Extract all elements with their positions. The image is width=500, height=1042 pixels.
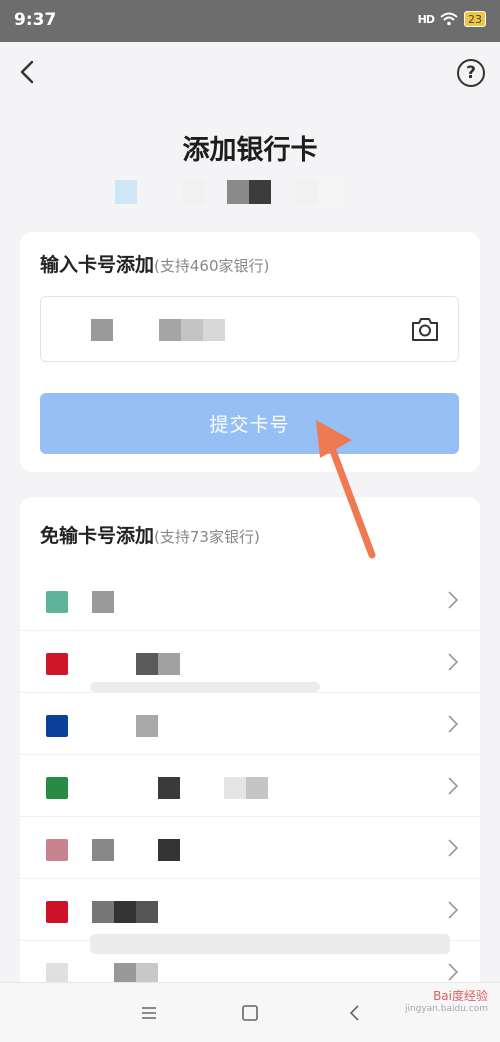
blurred-char [92, 901, 114, 923]
wifi-icon [440, 12, 458, 26]
bank-logo-icon [46, 653, 68, 675]
bank-logo-icon [46, 591, 68, 613]
quick-section-heading: 免输卡号添加(支持73家银行) [40, 521, 260, 548]
chevron-right-icon [448, 715, 459, 733]
bank-row[interactable] [20, 569, 480, 631]
blurred-char [246, 777, 268, 799]
bank-row[interactable] [20, 693, 480, 755]
menu-icon[interactable] [137, 1001, 161, 1025]
chevron-right-icon [448, 777, 459, 795]
signal-icon: HD [417, 12, 435, 26]
manual-section-heading: 输入卡号添加(支持460家银行) [40, 250, 269, 277]
blurred-digit [181, 319, 203, 341]
manual-section-subtitle: (支持460家银行) [154, 257, 270, 275]
blurred-char [136, 653, 158, 675]
square-home-icon[interactable] [238, 1001, 262, 1025]
blurred-user-info [0, 180, 500, 204]
bank-logo-icon [46, 901, 68, 923]
blurred-char [158, 653, 180, 675]
blurred-digit [159, 319, 181, 341]
blurred-divider [90, 682, 320, 692]
watermark-brand: Bai度经验 [433, 989, 488, 1003]
triangle-back-icon[interactable] [343, 1001, 367, 1025]
question-circle-icon[interactable]: ? [457, 59, 485, 87]
app-bar: ? [0, 42, 500, 102]
battery-level: 23 [468, 12, 482, 26]
blurred-char [114, 901, 136, 923]
blurred-digit [91, 319, 113, 341]
bank-logo-icon [46, 839, 68, 861]
bank-logo-icon [46, 715, 68, 737]
blurred-char [158, 839, 180, 861]
chevron-right-icon [448, 653, 459, 671]
quick-section-title: 免输卡号添加 [40, 525, 155, 547]
status-bar: 9:37 HD 23 [0, 0, 500, 42]
submit-card-number-button[interactable]: 提交卡号 [40, 393, 459, 454]
bank-logo-icon [46, 777, 68, 799]
blurred-char [92, 591, 114, 613]
quick-add-card: 免输卡号添加(支持73家银行) [20, 497, 480, 1003]
blurred-divider [90, 934, 450, 954]
quick-section-subtitle: (支持73家银行) [154, 528, 260, 546]
system-nav-bar: Bai度经验 jingyan.baidu.com [0, 982, 500, 1042]
blurred-digit [203, 319, 225, 341]
battery-icon: 23 [464, 11, 486, 27]
chevron-right-icon [448, 839, 459, 857]
blurred-char [136, 715, 158, 737]
blurred-char [136, 901, 158, 923]
chevron-right-icon [448, 963, 459, 981]
manual-section-title: 输入卡号添加 [40, 254, 155, 276]
camera-icon[interactable] [410, 315, 440, 343]
blurred-char [92, 839, 114, 861]
chevron-right-icon [448, 591, 459, 609]
bank-row[interactable] [20, 879, 480, 941]
card-number-input[interactable] [40, 296, 459, 362]
manual-add-card: 输入卡号添加(支持460家银行) 提交卡号 [20, 232, 480, 472]
blurred-char [158, 777, 180, 799]
page-title: 添加银行卡 [182, 135, 318, 166]
watermark-url: jingyan.baidu.com [404, 1004, 488, 1014]
chevron-right-icon [448, 901, 459, 919]
status-icons: HD 23 [418, 11, 486, 27]
watermark: Bai度经验 jingyan.baidu.com [405, 987, 488, 1014]
blurred-char [224, 777, 246, 799]
chevron-left-icon[interactable] [14, 58, 42, 86]
bank-row[interactable] [20, 755, 480, 817]
status-time: 9:37 [14, 10, 57, 30]
bank-row[interactable] [20, 817, 480, 879]
